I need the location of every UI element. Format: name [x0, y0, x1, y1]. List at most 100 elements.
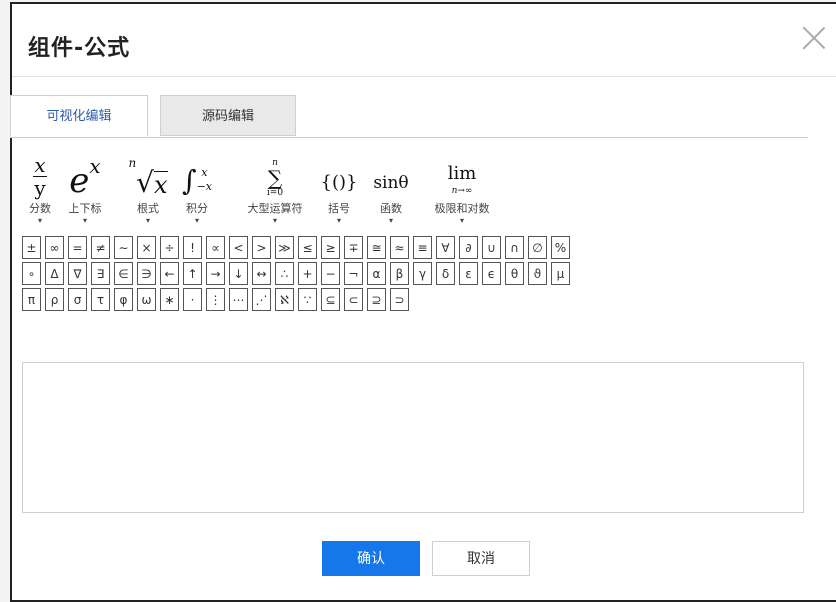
confirm-button[interactable]: 确认 [322, 541, 420, 576]
symbol-button[interactable]: β [390, 262, 409, 285]
symbol-button[interactable]: ⋯ [229, 288, 248, 311]
symbol-button[interactable]: × [137, 236, 156, 259]
symbol-button[interactable]: π [22, 288, 41, 311]
symbol-button[interactable]: ≠ [91, 236, 110, 259]
symbol-button[interactable]: ∼ [114, 236, 133, 259]
symbol-button[interactable]: μ [551, 262, 570, 285]
symbol-button[interactable]: ∴ [275, 262, 294, 285]
symbol-button[interactable]: θ [505, 262, 524, 285]
symbol-button[interactable]: ℵ [275, 288, 294, 311]
symbol-button[interactable]: % [551, 236, 570, 259]
editor-tabs: 可视化编辑 源码编辑 [10, 95, 808, 138]
symbol-button[interactable]: ∪ [482, 236, 501, 259]
group-integral[interactable]: ∫ x −x 积分 ▾ [182, 148, 212, 226]
symbol-button[interactable]: → [206, 262, 225, 285]
symbol-button[interactable]: ∘ [22, 262, 41, 285]
symbol-button[interactable]: ∩ [505, 236, 524, 259]
symbol-button[interactable]: ⋰ [252, 288, 271, 311]
symbol-button[interactable]: ⊃ [390, 288, 409, 311]
cancel-button[interactable]: 取消 [432, 541, 530, 576]
symbol-button[interactable]: ρ [45, 288, 64, 311]
symbol-button[interactable]: ∃ [91, 262, 110, 285]
close-icon[interactable] [802, 26, 826, 50]
formula-editor-input[interactable] [22, 362, 804, 513]
symbol-button[interactable]: ≈ [390, 236, 409, 259]
symbol-button[interactable]: ε [459, 262, 478, 285]
group-label: 极限和对数 [434, 202, 490, 215]
group-label: 大型运算符 [247, 202, 303, 215]
symbol-button[interactable]: ¬ [344, 262, 363, 285]
symbol-button[interactable]: ⊂ [344, 288, 363, 311]
symbol-button[interactable]: > [252, 236, 271, 259]
symbol-button[interactable]: ∅ [528, 236, 547, 259]
symbol-button[interactable]: ≥ [321, 236, 340, 259]
chevron-down-icon: ▾ [459, 216, 464, 225]
tab-source-edit[interactable]: 源码编辑 [160, 95, 296, 136]
symbol-button[interactable]: ⊆ [321, 288, 340, 311]
integral-icon: ∫ x −x [182, 164, 213, 197]
group-large-operator[interactable]: n ∑ i=0 大型运算符 ▾ [236, 148, 314, 226]
symbol-button[interactable]: φ [114, 288, 133, 311]
symbol-button[interactable]: ≅ [367, 236, 386, 259]
symbol-button[interactable]: ϵ [482, 262, 501, 285]
tab-visual-edit[interactable]: 可视化编辑 [10, 95, 148, 137]
chevron-down-icon: ▾ [37, 216, 42, 225]
symbol-button[interactable]: ↓ [229, 262, 248, 285]
dialog-title: 组件-公式 [28, 36, 131, 61]
symbol-button[interactable]: ± [22, 236, 41, 259]
symbol-button[interactable]: ≤ [298, 236, 317, 259]
symbol-button[interactable]: ÷ [160, 236, 179, 259]
symbol-button[interactable]: + [298, 262, 317, 285]
symbol-button[interactable]: ∇ [68, 262, 87, 285]
symbol-button[interactable]: ∗ [160, 288, 179, 311]
symbol-button[interactable]: ∞ [45, 236, 64, 259]
group-radical[interactable]: n √ x 根式 ▾ [125, 148, 171, 226]
symbol-button[interactable]: · [183, 288, 202, 311]
group-label: 括号 [328, 202, 350, 215]
formula-group-toolbar: xy 分数 ▾ ex 上下标 ▾ n √ x 根式 ▾ ∫ x −x 积分 ▾ n ∑ i=… [25, 148, 625, 228]
chevron-down-icon: ▾ [388, 216, 393, 225]
symbol-button[interactable]: ⋮ [206, 288, 225, 311]
symbol-button[interactable]: < [229, 236, 248, 259]
symbol-button[interactable]: ∵ [298, 288, 317, 311]
symbol-button[interactable]: ≫ [275, 236, 294, 259]
symbol-button[interactable]: σ [68, 288, 87, 311]
chevron-down-icon: ▾ [82, 216, 87, 225]
chevron-down-icon: ▾ [272, 216, 277, 225]
superscript-icon: ex [69, 154, 101, 201]
symbol-button[interactable]: γ [413, 262, 432, 285]
symbol-button[interactable]: ↑ [183, 262, 202, 285]
symbol-button[interactable]: α [367, 262, 386, 285]
symbol-button[interactable]: ← [160, 262, 179, 285]
symbol-button[interactable]: ⊇ [367, 288, 386, 311]
symbol-button[interactable]: − [321, 262, 340, 285]
group-function[interactable]: sinθ 函数 ▾ [368, 148, 414, 226]
symbol-button[interactable]: ∝ [206, 236, 225, 259]
symbol-button[interactable]: ∋ [137, 262, 156, 285]
symbol-button[interactable]: ∓ [344, 236, 363, 259]
symbol-button[interactable]: δ [436, 262, 455, 285]
group-label: 根式 [137, 202, 159, 215]
symbol-row-1: ± ∞ = ≠ ∼ × ÷! ∝ < > ≫ ≤ ≥ ∓ ≅ ≈ ≡ ∀ ∂ ∪ ∩ ∅% [22, 236, 812, 259]
function-icon: sinθ [373, 173, 409, 193]
symbol-button[interactable]: ω [137, 288, 156, 311]
symbol-button[interactable]: ≡ [413, 236, 432, 259]
dialog-header: 组件-公式 [12, 4, 836, 77]
group-fraction[interactable]: xy 分数 ▾ [25, 148, 55, 226]
group-brackets[interactable]: {()} 括号 ▾ [321, 148, 358, 226]
symbol-button[interactable]: ∀ [436, 236, 455, 259]
chevron-down-icon: ▾ [336, 216, 341, 225]
symbol-button[interactable]: ∂ [459, 236, 478, 259]
group-superscript[interactable]: ex 上下标 ▾ [61, 148, 109, 226]
symbol-button[interactable]: ! [183, 236, 202, 259]
group-label: 积分 [186, 202, 208, 215]
symbol-button[interactable]: ∈ [114, 262, 133, 285]
limit-icon: lim n→∞ [447, 163, 477, 197]
group-limit-log[interactable]: lim n→∞ 极限和对数 ▾ [428, 148, 496, 226]
symbol-button[interactable]: τ [91, 288, 110, 311]
symbol-button[interactable]: ϑ [528, 262, 547, 285]
symbol-button[interactable]: Δ [45, 262, 64, 285]
group-label: 分数 [29, 202, 51, 215]
symbol-button[interactable]: = [68, 236, 87, 259]
symbol-button[interactable]: ↔ [252, 262, 271, 285]
